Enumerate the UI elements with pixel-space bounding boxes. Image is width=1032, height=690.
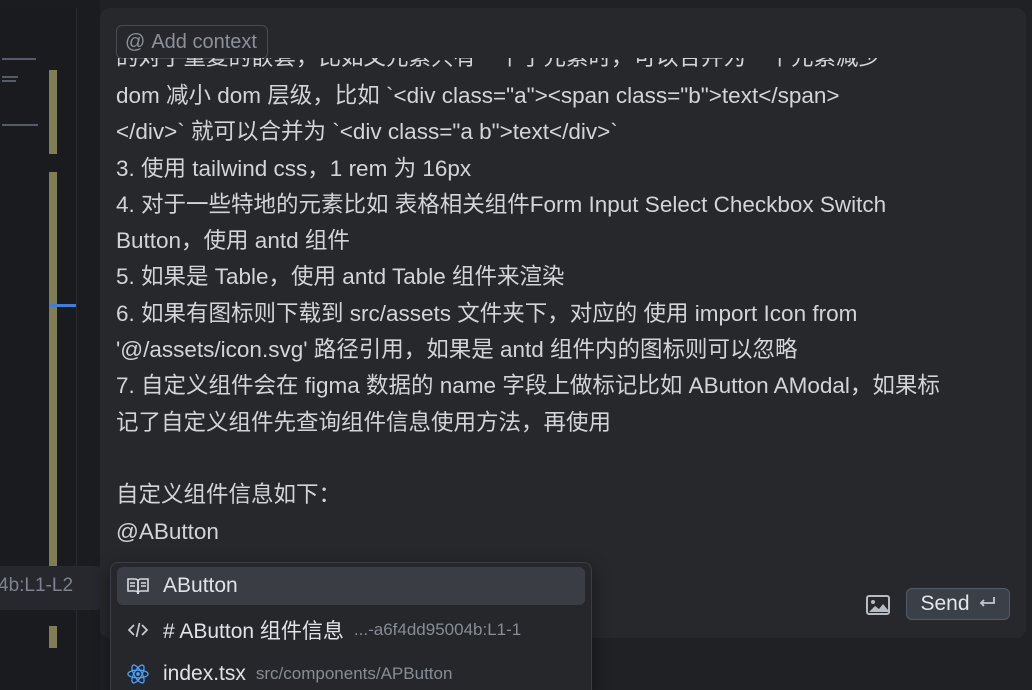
message-input[interactable]: 的对于重复的嵌套，比如父元素只有一个子元素时，可以合并为一个元素减少 dom 减… [116,58,1016,558]
suggestion-label: index.tsx [163,662,246,685]
message-line: 5. 如果是 Table，使用 antd Table 组件来渲染 [116,264,565,290]
add-context-button[interactable]: @ Add context [116,25,268,59]
message-line: 6. 如果有图标则下载到 src/assets 文件夹下，对应的 使用 impo… [116,300,858,326]
book-icon [127,577,149,595]
message-line: 记了自定义组件先查询组件信息使用方法，再使用 [116,409,612,435]
suggestion-label: AButton [163,574,238,597]
suggestion-detail: src/components/APButton [255,664,453,683]
minimap-change-marker [49,626,57,648]
message-line: 自定义组件信息如下： [116,482,342,508]
message-line: 7. 自定义组件会在 figma 数据的 name 字段上做标记比如 AButt… [116,373,940,399]
message-line: '@/assets/icon.svg' 路径引用，如果是 antd 组件内的图标… [116,337,798,363]
image-icon[interactable] [866,595,890,615]
suggestion-item[interactable]: index.tsx src/components/APButton [117,655,585,690]
react-icon [127,662,149,686]
message-line: Button，使用 antd 组件 [116,228,350,254]
partial-line: 的对于重复的嵌套，比如父元素只有一个子元素时，可以合并为一个元素减少 [116,58,1016,78]
message-line [116,441,1016,477]
at-icon: @ [125,30,146,53]
add-context-label: Add context [151,30,257,53]
minimap-code [0,56,40,146]
minimap-change-marker [49,172,57,566]
minimap-cursor-marker [49,304,76,307]
suggestion-detail: ...-a6f4dd95004b:L1-1 [353,620,522,639]
suggestion-label: # AButton 组件信息 [163,620,344,643]
message-line: @AButton [116,518,219,544]
message-line: </div>` 就可以合并为 `<div class="a b">text</d… [116,119,618,145]
minimap-change-marker [49,70,57,154]
reference-text: 4b:L1-L2 [0,575,74,596]
suggestion-item[interactable]: AButton [117,567,585,605]
suggestion-item[interactable]: # AButton 组件信息 ...-a6f4dd95004b:L1-1 [117,611,585,649]
message-line: dom 减小 dom 层级，比如 `<div class="a"><span c… [116,83,840,108]
enter-icon [978,594,996,615]
send-button[interactable]: Send [906,588,1010,620]
mention-suggestions: AButton # AButton 组件信息 ...-a6f4dd95004b:… [110,562,592,690]
code-icon [127,621,149,639]
send-label: Send [920,592,970,615]
message-line: 3. 使用 tailwind css，1 rem 为 16px [116,155,472,181]
app-root: 4b:L1-L2 @ Add context 的对于重复的嵌套，比如父元素只有一… [0,0,1032,690]
message-line: 4. 对于一些特地的元素比如 表格相关组件Form Input Select C… [116,191,887,217]
editor-strip: 4b:L1-L2 [0,0,104,690]
chat-composer: @ Add context 的对于重复的嵌套，比如父元素只有一个子元素时，可以合… [100,8,1026,638]
reference-tooltip: 4b:L1-L2 [0,566,104,610]
